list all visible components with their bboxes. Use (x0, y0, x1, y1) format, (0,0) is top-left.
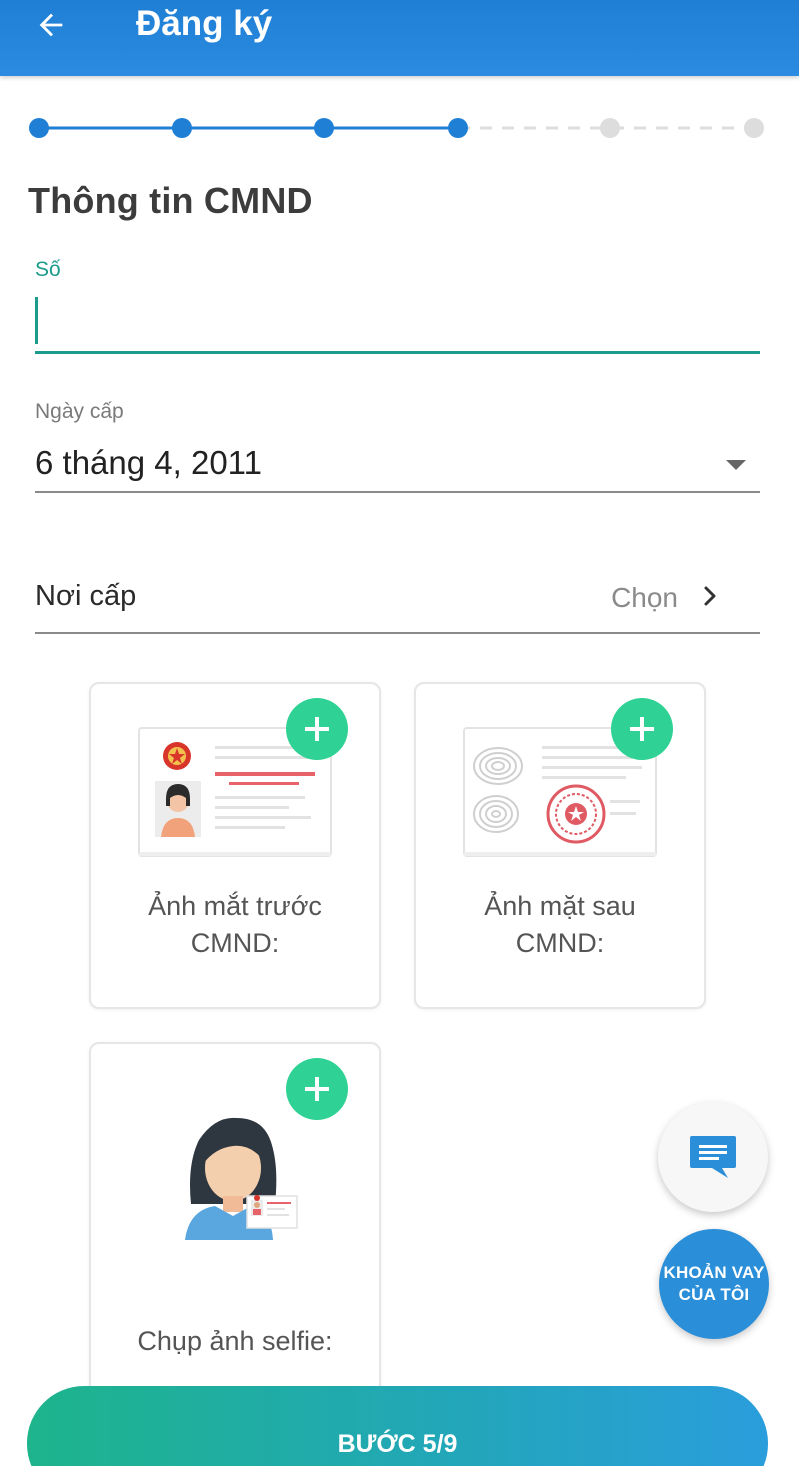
plus-icon (630, 717, 654, 741)
dropdown-arrow-icon (726, 460, 746, 470)
issue-place-choose-text: Chọn (611, 582, 678, 613)
plus-icon (305, 1077, 329, 1101)
selfie-photo-card[interactable]: Chụp ảnh selfie: (89, 1042, 381, 1442)
id-back-photo-label: Ảnh mặt sau CMND: (484, 891, 636, 958)
next-step-button[interactable]: BƯỚC 5/9 (27, 1386, 768, 1466)
step-dot-1 (29, 118, 49, 138)
progress-stepper (29, 118, 764, 138)
step-dot-5 (600, 118, 620, 138)
id-front-photo-card[interactable]: Ảnh mắt trước CMND: (89, 682, 381, 1009)
next-step-label: BƯỚC 5/9 (337, 1430, 458, 1458)
so-field-label: Số (35, 258, 61, 281)
issue-place-selector[interactable]: Nơi cấp Chọn (35, 570, 760, 634)
step-dot-2 (172, 118, 192, 138)
add-selfie-button[interactable] (286, 1058, 348, 1120)
add-back-photo-button[interactable] (611, 698, 673, 760)
issue-date-label: Ngày cấp (35, 400, 124, 423)
back-button[interactable] (28, 2, 74, 48)
add-front-photo-button[interactable] (286, 698, 348, 760)
my-loans-button[interactable]: KHOẢN VAY CỦA TÔI (659, 1229, 769, 1339)
chat-button[interactable] (658, 1102, 768, 1212)
chevron-right-icon (704, 586, 716, 606)
step-dot-4 (448, 118, 468, 138)
selfie-icon (185, 1117, 298, 1240)
text-cursor (35, 297, 38, 344)
my-loans-label-line1: KHOẢN VAY (663, 1263, 765, 1282)
section-title: Thông tin CMND (28, 180, 313, 221)
my-loans-label-line2: CỦA TÔI (678, 1285, 750, 1304)
arrow-left-icon (39, 13, 63, 37)
id-number-input[interactable] (35, 292, 760, 354)
chat-bubble-icon (690, 1136, 736, 1178)
page-title: Đăng ký (136, 4, 273, 43)
selfie-photo-label: Chụp ảnh selfie: (137, 1326, 333, 1356)
plus-icon (305, 717, 329, 741)
registration-screen: Đăng ký Thông tin CMND Số Ngày cấp 6 thá… (0, 0, 799, 1466)
issue-date-value: 6 tháng 4, 2011 (35, 444, 262, 481)
app-header: Đăng ký (0, 0, 799, 76)
id-back-photo-card[interactable]: Ảnh mặt sau CMND: (414, 682, 706, 1009)
issue-place-label: Nơi cấp (35, 580, 137, 612)
issue-date-dropdown[interactable]: 6 tháng 4, 2011 (35, 436, 760, 493)
step-dot-3 (314, 118, 334, 138)
step-dot-6 (744, 118, 764, 138)
id-front-photo-label: Ảnh mắt trước CMND: (148, 891, 322, 958)
